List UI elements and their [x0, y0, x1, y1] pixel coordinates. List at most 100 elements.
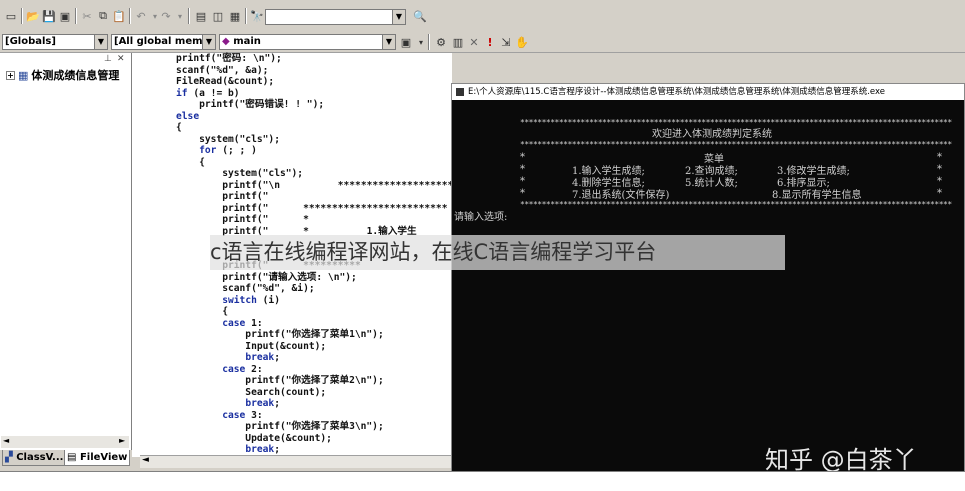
new-file-icon[interactable]: ▭: [3, 8, 19, 24]
watermark: 知乎 @白茶丫: [765, 446, 917, 474]
code-line: printf(" *************************: [176, 202, 448, 214]
toolbar-separator: [428, 34, 430, 50]
code-line: system("cls");: [176, 133, 280, 145]
console-star: *: [937, 188, 942, 199]
scroll-left-icon[interactable]: ◄: [142, 455, 149, 465]
redo-dropdown-icon[interactable]: ▾: [172, 8, 188, 24]
code-line: break;: [245, 444, 280, 455]
code-line: printf("你选择了菜单3\n");: [176, 421, 384, 432]
output-pane[interactable]: [0, 471, 965, 491]
find-icon[interactable]: 🔍: [412, 8, 428, 24]
close-icon[interactable]: ✕: [117, 54, 125, 64]
overlay-caption-text: c语言在线编程译网站，在线C语言编程学习平台: [210, 240, 657, 264]
members-combo[interactable]: [All global members ▼: [111, 34, 216, 50]
code-line: Input(&count);: [176, 340, 327, 352]
wizard-action-icon[interactable]: ▣: [398, 34, 414, 50]
code-line: printf(": [176, 191, 269, 202]
console-title: E:\个人资源库\115.C语言程序设计--体测成绩信息管理系统\体测成绩信息管…: [468, 87, 885, 97]
code-line: break;: [245, 398, 280, 409]
code-line: printf(" *: [176, 214, 309, 225]
copy-icon[interactable]: ⧉: [95, 8, 111, 24]
find-in-files-icon[interactable]: 🔭: [249, 8, 265, 24]
code-line: switch (i): [222, 294, 280, 306]
tab-classview-label: ClassV...: [16, 452, 64, 463]
wizard-action-dropdown-icon[interactable]: ▾: [413, 34, 429, 50]
code-line: Update(&count);: [176, 432, 332, 444]
function-icon: ◆: [222, 36, 230, 47]
stop-build-icon[interactable]: ✕: [466, 34, 482, 50]
chevron-down-icon[interactable]: ▼: [94, 35, 107, 49]
code-line: printf("\n ***************************: [176, 179, 494, 191]
code-line: printf("你选择了菜单2\n");: [176, 375, 384, 386]
editor-hscrollbar[interactable]: ◄: [140, 455, 458, 468]
workspace-hscrollbar[interactable]: ◄ ►: [1, 436, 129, 448]
scroll-right-icon[interactable]: ►: [119, 436, 125, 445]
open-folder-icon[interactable]: 📂: [25, 8, 41, 24]
build-icon[interactable]: ▥: [450, 34, 466, 50]
cut-icon[interactable]: ✂: [79, 8, 95, 24]
project-icon: ▦: [18, 68, 29, 82]
code-line: break;: [245, 352, 280, 363]
console-window[interactable]: E:\个人资源库\115.C语言程序设计--体测成绩信息管理系统\体测成绩信息管…: [451, 83, 965, 476]
toolbar-separator: [75, 8, 77, 24]
toolbar-separator: [188, 8, 190, 24]
console-output: ****************************************…: [452, 100, 964, 477]
paste-icon[interactable]: 📋: [111, 8, 127, 24]
code-line: printf("密码: \n");: [176, 53, 282, 64]
expand-icon[interactable]: +: [6, 70, 15, 80]
compile-icon[interactable]: ⚙: [433, 34, 449, 50]
code-line: printf("你选择了菜单1\n");: [176, 329, 384, 340]
tab-classview[interactable]: ▞ ClassV...: [2, 450, 67, 466]
code-line: system("cls");: [176, 168, 304, 179]
console-titlebar[interactable]: E:\个人资源库\115.C语言程序设计--体测成绩信息管理系统\体测成绩信息管…: [452, 84, 964, 100]
console-welcome: 欢迎进入体测成绩判定系统: [652, 129, 772, 140]
toolbar-separator: [245, 8, 247, 24]
code-line: FileRead(&count);: [176, 76, 275, 87]
chevron-down-icon[interactable]: ▼: [382, 35, 395, 49]
tab-fileview[interactable]: ▤ FileView: [64, 450, 131, 466]
code-line: printf("请输入选项: \n");: [176, 271, 357, 283]
console-prompt: 请输入选项:: [454, 212, 508, 223]
window-list-icon[interactable]: ▦: [227, 8, 243, 24]
console-star: *: [520, 188, 525, 199]
code-line: {: [176, 306, 228, 317]
function-combo-value: main: [233, 36, 261, 47]
tab-fileview-label: FileView: [79, 452, 128, 463]
pin-icon[interactable]: ⊥: [104, 54, 112, 64]
workspace-tabs: ▞ ClassV... ▤ FileView: [0, 450, 131, 466]
code-line: scanf("%d", &a);: [176, 64, 269, 76]
output-window-icon[interactable]: ◫: [210, 8, 226, 24]
breakpoint-hand-icon[interactable]: ✋: [514, 34, 530, 50]
scope-combo[interactable]: [Globals] ▼: [2, 34, 108, 50]
code-line: {: [176, 122, 182, 133]
code-line: case 2:: [222, 363, 263, 375]
save-all-icon[interactable]: ▣: [57, 8, 73, 24]
go-icon[interactable]: ⇲: [498, 34, 514, 50]
console-item-5: 5.统计人数;: [685, 178, 738, 189]
chevron-down-icon[interactable]: ▼: [202, 35, 215, 49]
function-combo[interactable]: ◆ main ▼: [219, 34, 396, 50]
scope-combo-value: [Globals]: [5, 36, 56, 47]
console-item-7: 7.退出系统(文件保存): [572, 190, 670, 201]
console-star: *: [937, 176, 942, 187]
main-toolbar: ▭ 📂 💾 ▣ ✂ ⧉ 📋 ↶ ▾ ↷ ▾ ▤ ◫ ▦ 🔭 ▼ 🔍: [0, 0, 965, 33]
tree-root-item[interactable]: + ▦ 体测成绩信息管理: [6, 67, 119, 83]
workspace-icon[interactable]: ▤: [193, 8, 209, 24]
search-combo[interactable]: ▼: [265, 9, 406, 25]
tree-root-label: 体测成绩信息管理: [31, 69, 120, 82]
chevron-down-icon[interactable]: ▼: [392, 10, 405, 24]
code-line: scanf("%d", &i);: [176, 283, 315, 294]
console-star: *: [520, 164, 525, 175]
console-star: *: [520, 176, 525, 187]
scroll-left-icon[interactable]: ◄: [3, 436, 9, 445]
code-line: {: [176, 156, 205, 168]
console-star: *: [937, 152, 942, 163]
save-icon[interactable]: 💾: [41, 8, 57, 24]
console-stars-line: ****************************************…: [520, 200, 952, 209]
console-star: *: [520, 152, 525, 163]
code-line: case 1:: [222, 317, 263, 329]
workspace-panel: ⊥ ✕ + ▦ 体测成绩信息管理 ◄ ►: [0, 53, 132, 450]
members-combo-value: [All global members: [114, 36, 215, 47]
execute-icon[interactable]: !: [482, 34, 498, 50]
code-line: if (a != b): [176, 87, 240, 99]
